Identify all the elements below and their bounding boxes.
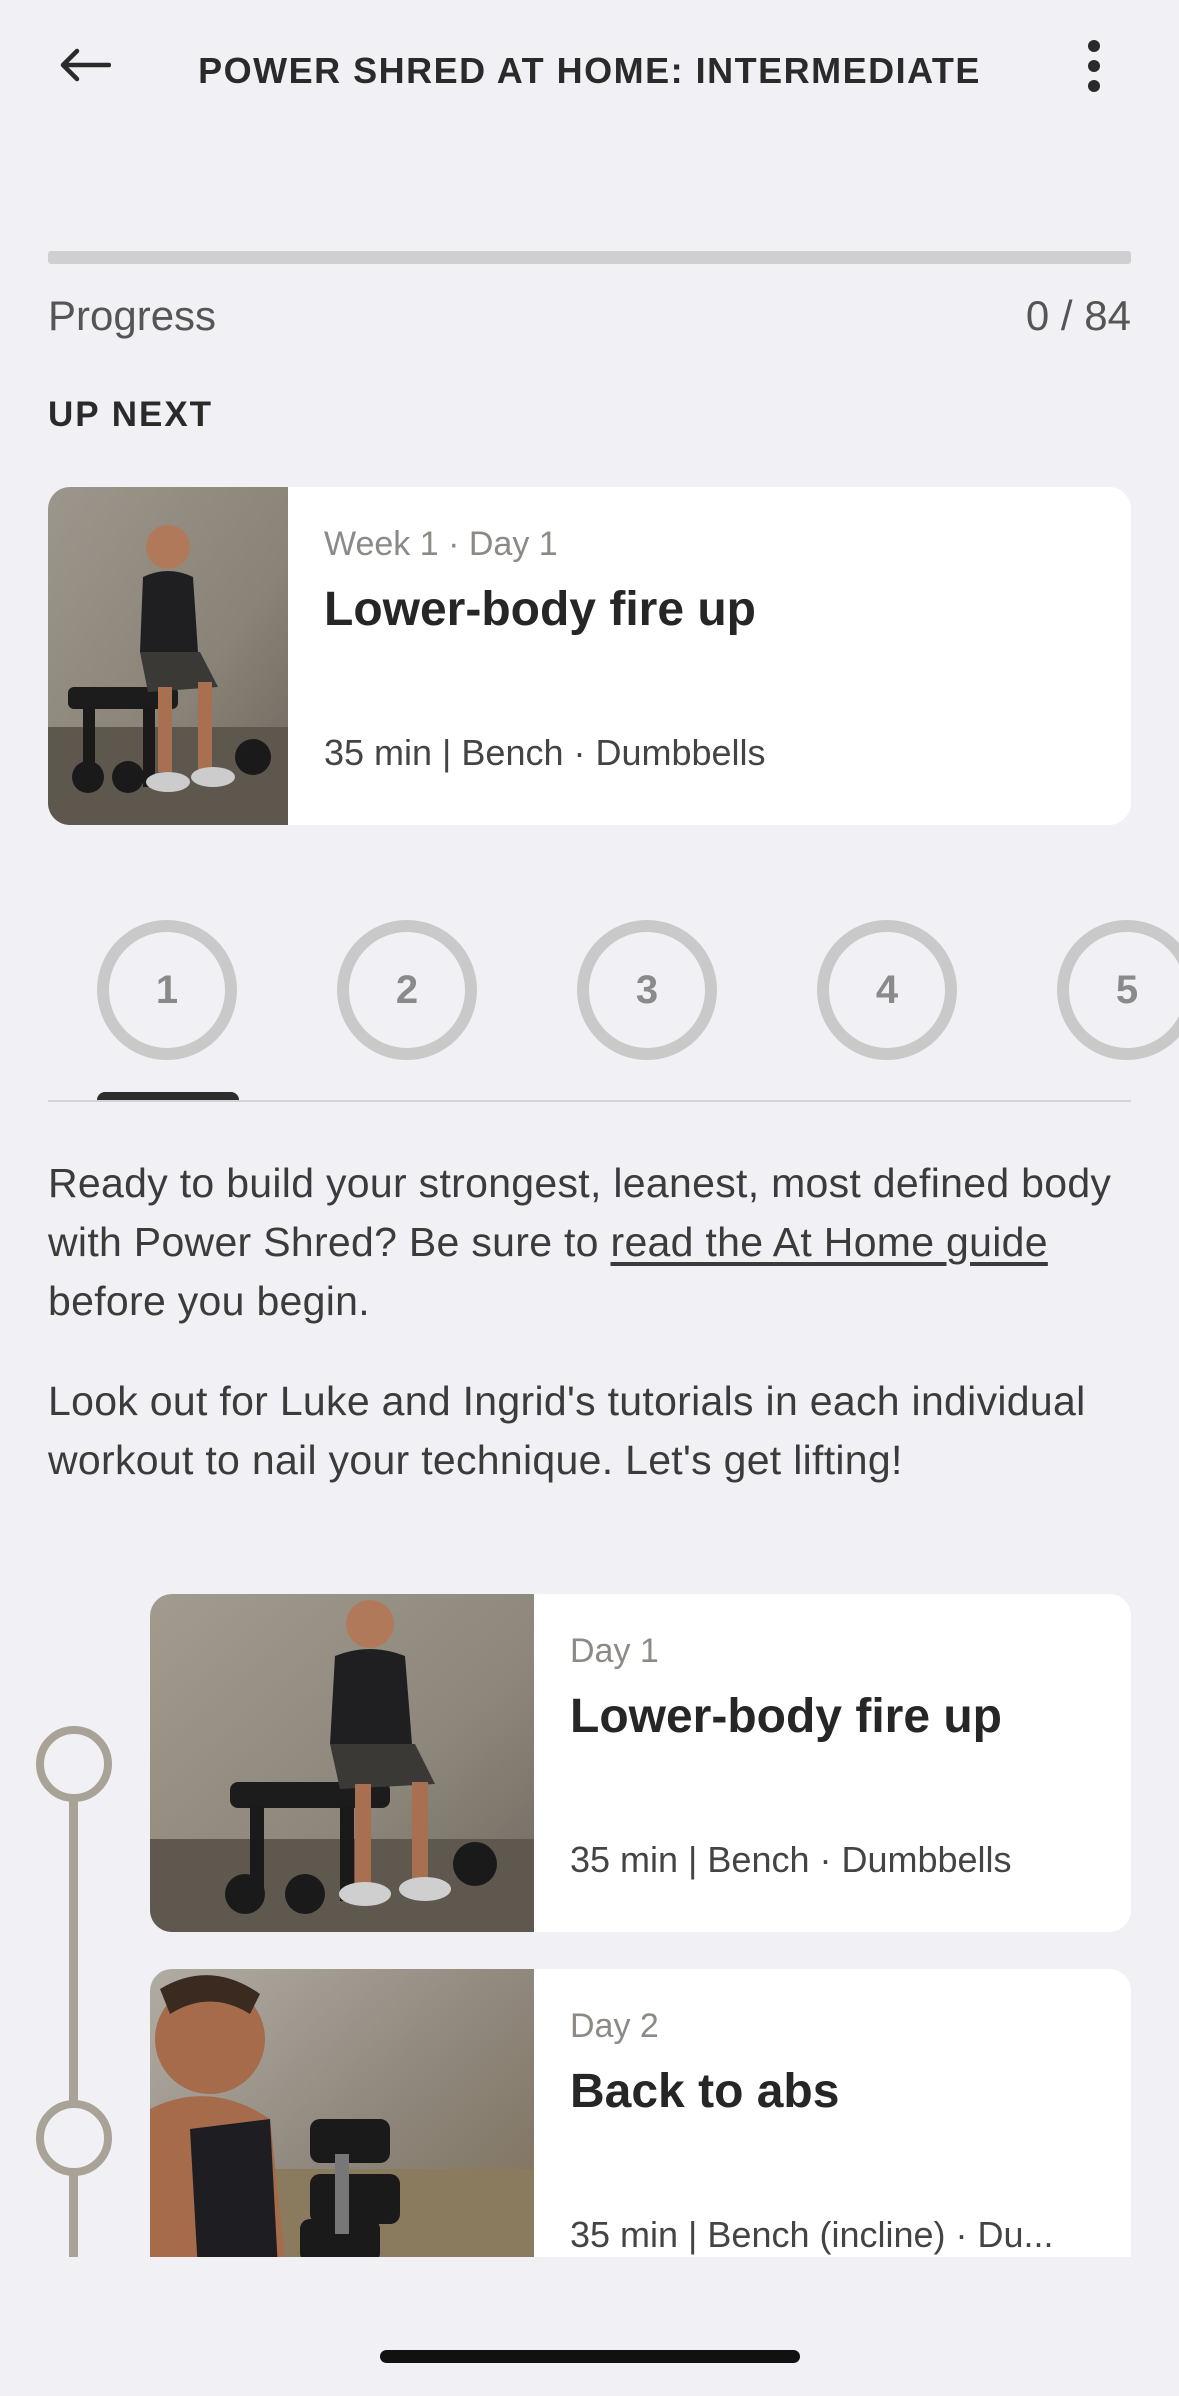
workout-thumbnail (150, 1594, 534, 1932)
week-tab-2[interactable]: 2 (337, 920, 477, 1060)
arrow-left-icon (60, 48, 111, 82)
day-list: Day 1 Lower-body fire up 35 min | Bench … (0, 1594, 1179, 2257)
progress-bar (48, 251, 1131, 264)
workout-detail: 35 min | Bench · Dumbbells (570, 1839, 1012, 1880)
program-description: Ready to build your strongest, leanest, … (48, 1160, 1112, 1324)
more-options-button[interactable] (1069, 36, 1119, 96)
progress-label: Progress (48, 292, 217, 339)
day-workout-card[interactable]: Day 1 Lower-body fire up 35 min | Bench … (150, 1594, 1131, 1932)
workout-thumbnail (150, 1969, 534, 2257)
workout-detail: 35 min | Bench (incline) · Du... (570, 2214, 1054, 2255)
up-next-workout-card[interactable]: Week 1 · Day 1 Lower-body fire up 35 min… (48, 487, 1131, 825)
workout-meta: Week 1 · Day 1 (324, 525, 558, 563)
workout-title: Lower-body fire up (324, 583, 756, 636)
workout-title: Back to abs (570, 2065, 840, 2118)
week-tab-4[interactable]: 4 (817, 920, 957, 1060)
day-label: Day 1 (570, 1632, 659, 1670)
selected-week-indicator (97, 1092, 239, 1100)
more-vertical-icon (1088, 40, 1100, 52)
timeline-node (36, 2100, 112, 2176)
workout-detail: 35 min | Bench · Dumbbells (324, 732, 766, 773)
workout-thumbnail (48, 487, 288, 825)
at-home-guide-link[interactable]: read the At Home guide (610, 1219, 1047, 1265)
top-bar: POWER SHRED AT HOME: INTERMEDIATE (0, 0, 1179, 140)
week-tab-5[interactable]: 5 (1057, 920, 1179, 1060)
divider (48, 1100, 1131, 1102)
workout-title: Lower-body fire up (570, 1690, 1002, 1743)
page-title: POWER SHRED AT HOME: INTERMEDIATE (198, 50, 981, 91)
week-tab-3[interactable]: 3 (577, 920, 717, 1060)
up-next-heading: UP NEXT (48, 395, 214, 434)
timeline-node (36, 1726, 112, 1802)
progress-count: 0 / 84 (1025, 292, 1131, 339)
week-selector: 1 2 3 4 5 (0, 920, 1179, 1100)
home-indicator[interactable] (380, 2350, 800, 2363)
day-label: Day 2 (570, 2007, 659, 2045)
week-tab-1[interactable]: 1 (97, 920, 237, 1060)
program-tip: Look out for Luke and Ingrid's tutorials… (48, 1378, 1086, 1483)
back-button[interactable] (50, 30, 120, 100)
timeline-line (69, 1764, 78, 2257)
day-workout-card[interactable]: Day 2 Back to abs 35 min | Bench (inclin… (150, 1969, 1131, 2257)
